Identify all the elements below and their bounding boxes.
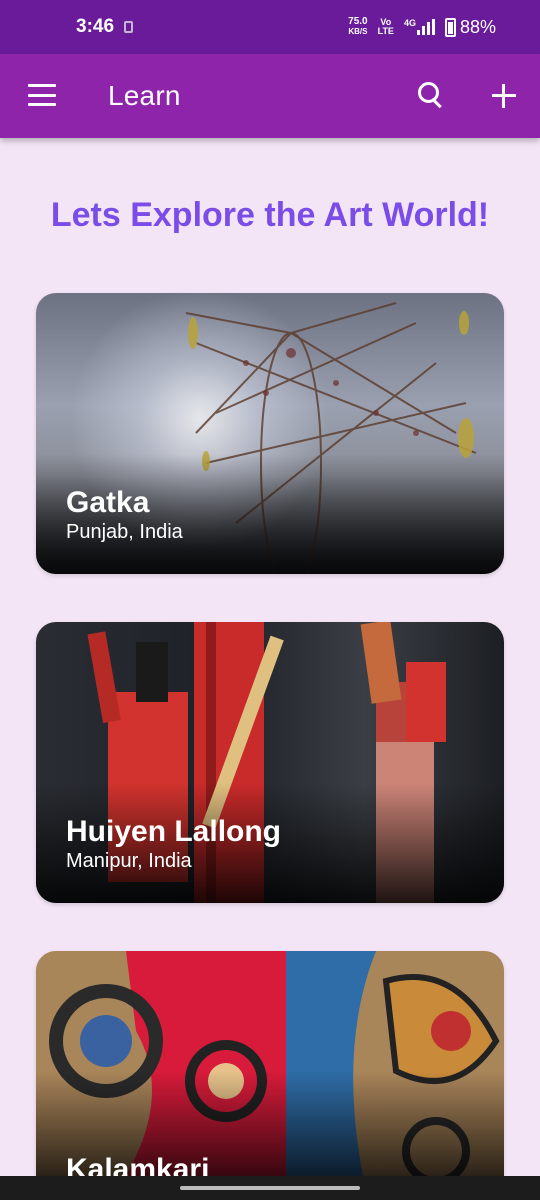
- net-speed: 75.0 KB/S: [348, 17, 367, 37]
- status-icons: 75.0 KB/S Vo LTE 4G 88%: [348, 17, 496, 38]
- app-bar: Learn: [0, 54, 540, 138]
- volte-bottom: LTE: [377, 26, 394, 36]
- art-card-gatka[interactable]: Gatka Punjab, India: [36, 293, 504, 574]
- volte-indicator: Vo LTE: [378, 18, 394, 36]
- battery-icon: [444, 17, 456, 37]
- network-type: 4G: [403, 18, 416, 28]
- status-time: 3:46: [76, 16, 115, 37]
- signal-icon: [416, 19, 435, 35]
- app-bar-title: Learn: [108, 80, 181, 111]
- art-card-kalamkari[interactable]: Kalamkari: [36, 951, 504, 1191]
- search-icon[interactable]: [418, 82, 446, 110]
- net-speed-unit: KB/S: [348, 27, 368, 36]
- art-card-huiyen-lallong[interactable]: Huiyen Lallong Manipur, India: [36, 622, 504, 903]
- cell-signal: 4G: [404, 19, 435, 35]
- page-headline: Lets Explore the Art World!: [50, 196, 490, 234]
- status-bar: 3:46 75.0 KB/S Vo LTE 4G 88%: [0, 0, 540, 54]
- add-icon[interactable]: [492, 84, 516, 108]
- card-title: Huiyen Lallong: [66, 815, 282, 848]
- notification-icon: [124, 21, 134, 33]
- home-gesture-handle[interactable]: [180, 1186, 360, 1190]
- card-title: Gatka: [66, 486, 150, 519]
- card-location: Punjab, India: [66, 521, 183, 543]
- net-speed-value: 75.0: [348, 16, 368, 27]
- card-location: Manipur, India: [66, 850, 192, 872]
- system-nav-bar: [0, 1176, 540, 1200]
- battery-percent: 88%: [459, 16, 496, 37]
- menu-icon[interactable]: [28, 84, 56, 106]
- battery: 88%: [444, 16, 496, 38]
